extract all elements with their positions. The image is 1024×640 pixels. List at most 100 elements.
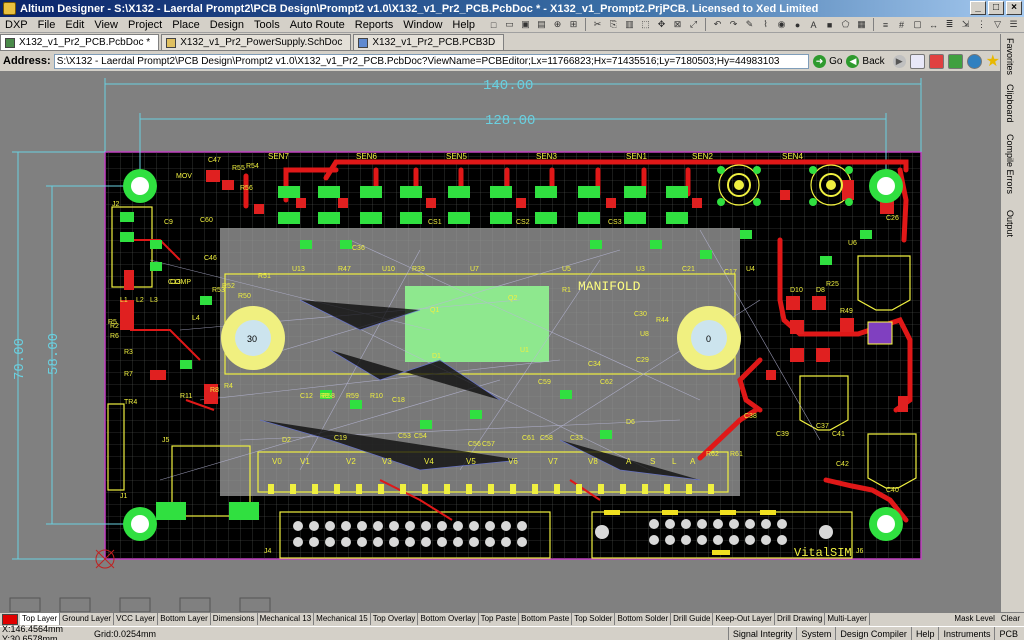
layer-tab-dimensions[interactable]: Dimensions [211, 613, 258, 625]
address-input[interactable]: S:\X132 - Laerdal Prompt2\PCB Design\Pro… [53, 53, 810, 69]
panel-system[interactable]: System [796, 627, 835, 640]
pcb-editor-canvas[interactable]: 140.00 128.00 70.00 58.00 MANIFOLD 30 0 … [0, 71, 1000, 612]
panel-tab-compile-errors[interactable]: Compile Errors [1005, 134, 1015, 194]
designator-r25: R25 [826, 281, 839, 288]
designator-u1: U1 [520, 347, 529, 354]
back-button[interactable]: ◀ Back [846, 54, 885, 68]
menu-auto-route[interactable]: Auto Route [285, 17, 350, 33]
zoom-in-icon[interactable]: ⊕ [550, 18, 565, 32]
panel-help[interactable]: Help [910, 627, 939, 640]
paste-icon[interactable]: ▥ [622, 18, 637, 32]
layer-tab-bottom-layer[interactable]: Bottom Layer [158, 613, 211, 625]
cross-probe-icon[interactable]: ⤢ [686, 18, 701, 32]
maximize-icon[interactable]: □ [988, 1, 1004, 15]
designator-c57: C57 [482, 441, 495, 448]
cut-icon[interactable]: ✂ [590, 18, 605, 32]
dim-hole-spacing-x: 128.00 [485, 113, 535, 129]
deselect-icon[interactable]: ⊠ [670, 18, 685, 32]
panel-instruments[interactable]: Instruments [938, 627, 994, 640]
dim-overall-height: 70.00 [12, 338, 28, 380]
layer-tab-drill-guide[interactable]: Drill Guide [671, 613, 714, 625]
menu-help[interactable]: Help [447, 17, 480, 33]
designator-j1: J1 [120, 493, 128, 500]
save-icon[interactable]: ▣ [518, 18, 533, 32]
menu-window[interactable]: Window [398, 17, 447, 33]
measure-icon[interactable]: ⇲ [958, 18, 973, 32]
panel-tab-clipboard[interactable]: Clipboard [1005, 84, 1015, 123]
pin-label: S [650, 457, 655, 466]
layer-tab-keep-out-layer[interactable]: Keep-Out Layer [713, 613, 775, 625]
go-button[interactable]: ➜ Go [813, 54, 842, 68]
layer-tab-top-paste[interactable]: Top Paste [479, 613, 520, 625]
open-folder-icon[interactable]: ▭ [502, 18, 517, 32]
layer-tab-vcc-layer[interactable]: VCC Layer [114, 613, 159, 625]
forward-arrow-icon[interactable]: ▶ [892, 54, 906, 68]
panel-tab-output[interactable]: Output [1005, 210, 1015, 237]
place-fill-icon[interactable]: ■ [822, 18, 837, 32]
menu-design[interactable]: Design [205, 17, 249, 33]
designator-r11: R11 [180, 393, 192, 400]
clear-button[interactable]: Clear [1001, 613, 1020, 625]
stop-icon[interactable] [928, 53, 944, 69]
menu-tools[interactable]: Tools [249, 17, 285, 33]
layer-tab-mechanical-13[interactable]: Mechanical 13 [258, 613, 315, 625]
minimize-icon[interactable]: _ [970, 1, 986, 15]
tab-schematic-doc[interactable]: X132_v1_Pr2_PowerSupply.SchDoc [161, 34, 352, 50]
undo-icon[interactable]: ↶ [710, 18, 725, 32]
room-icon[interactable]: ▢ [910, 18, 925, 32]
inspector-icon[interactable]: ☰ [1006, 18, 1021, 32]
print-icon[interactable]: ▤ [534, 18, 549, 32]
menu-dxp[interactable]: DXP [0, 17, 33, 33]
copy-icon[interactable]: ⎘ [606, 18, 621, 32]
window-title: Altium Designer - S:\X132 - Laerdal Prom… [20, 2, 819, 15]
rules-icon[interactable]: ⋮ [974, 18, 989, 32]
favorites-star-icon[interactable]: ★ [986, 51, 1000, 71]
document-icon[interactable] [909, 53, 925, 69]
layer-tab-bottom-solder[interactable]: Bottom Solder [615, 613, 672, 625]
menu-view[interactable]: View [89, 17, 123, 33]
designator-cs3: CS3 [608, 219, 622, 226]
layer-tab-top-solder[interactable]: Top Solder [572, 613, 616, 625]
pcb-file-icon [5, 37, 15, 48]
menu-project[interactable]: Project [123, 17, 167, 33]
home-icon[interactable] [966, 53, 982, 69]
align-icon[interactable]: ≡ [878, 18, 893, 32]
place-string-icon[interactable]: A [806, 18, 821, 32]
sensor-label-sen7: SEN7 [268, 152, 289, 161]
new-file-icon[interactable]: □ [486, 18, 501, 32]
panel-tab-favorites[interactable]: Favorites [1005, 38, 1015, 75]
menu-file[interactable]: File [33, 17, 61, 33]
place-component-icon[interactable]: ▦ [854, 18, 869, 32]
panel-signal-integrity[interactable]: Signal Integrity [727, 627, 797, 640]
panel-design-compiler[interactable]: Design Compiler [835, 627, 911, 640]
mask-level-button[interactable]: Mask Level [954, 613, 994, 625]
tab-pcb-doc[interactable]: X132_v1_Pr2_PCB.PcbDoc * [0, 34, 160, 50]
dimension-icon[interactable]: ↔ [926, 18, 941, 32]
layer-tab-bottom-overlay[interactable]: Bottom Overlay [418, 613, 479, 625]
close-icon[interactable]: × [1006, 1, 1022, 15]
place-polygon-icon[interactable]: ⬠ [838, 18, 853, 32]
layer-tab-multi-layer[interactable]: Multi-Layer [825, 613, 870, 625]
menu-edit[interactable]: Edit [60, 17, 89, 33]
zoom-fit-icon[interactable]: ⊞ [566, 18, 581, 32]
select-rect-icon[interactable]: ⬚ [638, 18, 653, 32]
menu-reports[interactable]: Reports [350, 17, 399, 33]
layer-tab-bottom-paste[interactable]: Bottom Paste [519, 613, 573, 625]
place-pad-icon[interactable]: ● [790, 18, 805, 32]
move-icon[interactable]: ✥ [654, 18, 669, 32]
redo-icon[interactable]: ↷ [726, 18, 741, 32]
layer-tab-mechanical-15[interactable]: Mechanical 15 [314, 613, 371, 625]
place-via-icon[interactable]: ◉ [774, 18, 789, 32]
layer-tab-drill-drawing[interactable]: Drill Drawing [775, 613, 826, 625]
layer-tab-top-overlay[interactable]: Top Overlay [371, 613, 419, 625]
layer-stack-icon[interactable]: ≣ [942, 18, 957, 32]
filter-icon[interactable]: ▽ [990, 18, 1005, 32]
refresh-icon[interactable] [947, 53, 963, 69]
designator-l4: L4 [192, 315, 200, 322]
grid-icon[interactable]: # [894, 18, 909, 32]
panel-pcb[interactable]: PCB [994, 627, 1022, 640]
tab-pcb3d-doc[interactable]: X132_v1_Pr2_PCB.PCB3D [353, 34, 505, 50]
menu-place[interactable]: Place [167, 17, 205, 33]
highlight-icon[interactable]: ✎ [742, 18, 757, 32]
interactive-route-icon[interactable]: ⌇ [758, 18, 773, 32]
